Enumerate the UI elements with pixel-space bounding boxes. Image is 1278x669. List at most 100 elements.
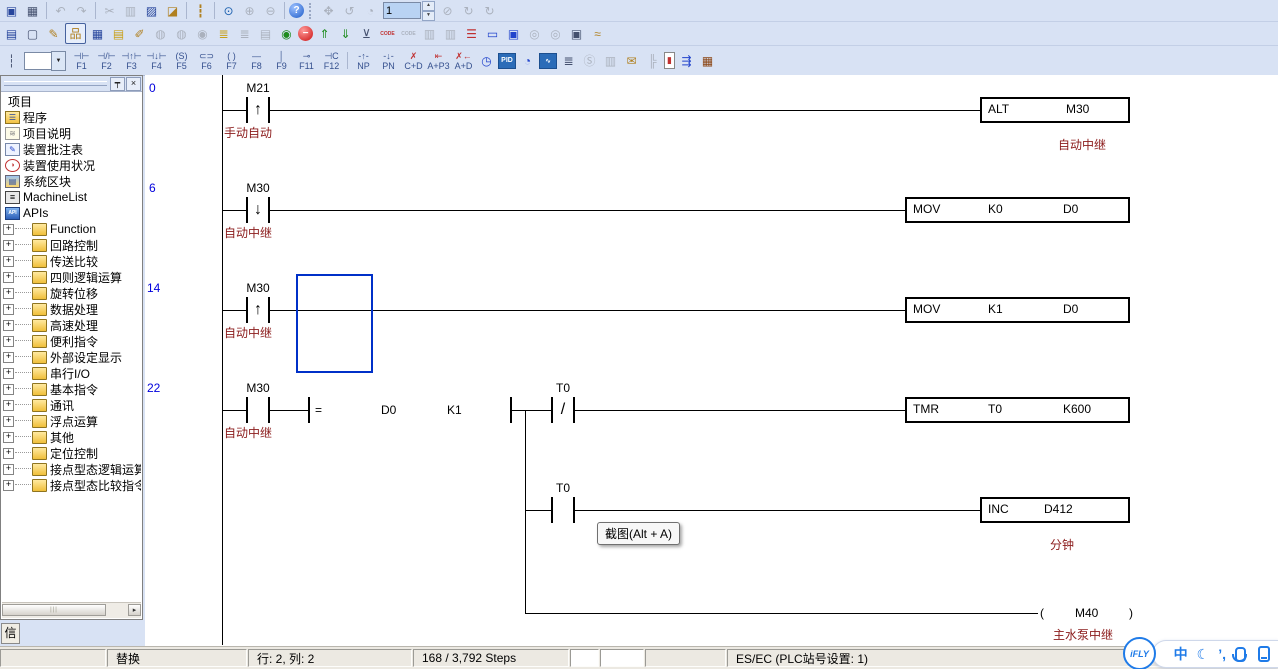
expand-icon[interactable]: + [3, 432, 14, 443]
contact-T0-nc[interactable]: / [551, 397, 575, 423]
online-button[interactable]: ⊻ [357, 25, 376, 42]
coil-out-button[interactable]: ( )F7 [219, 48, 244, 74]
save-button[interactable]: ▣ [2, 2, 21, 19]
ladder-editor[interactable]: 0M21↑手动自动ALTM30自动中继6M30↓自动中继MOVK0D014M30… [145, 75, 1278, 646]
instruction-ALT-M30[interactable]: ALTM30 [980, 97, 1130, 123]
pid-button[interactable]: PID [498, 53, 516, 69]
tree-item-high-speed[interactable]: +高速处理 [2, 317, 141, 333]
device-table-button[interactable]: ▤ [109, 25, 128, 42]
pin-icon[interactable]: ┯ [110, 77, 125, 91]
expand-icon[interactable]: + [3, 416, 14, 427]
tree-item-basic-instructions[interactable]: +基本指令 [2, 381, 141, 397]
contact-M21-rising[interactable]: ↑ [246, 97, 270, 123]
page-spinner-input[interactable] [383, 2, 421, 19]
expand-icon[interactable]: + [3, 320, 14, 331]
step-run-button[interactable]: ⇶ [677, 52, 696, 69]
tree-item-position-control[interactable]: +定位控制 [2, 445, 141, 461]
memory-button[interactable]: ▦ [698, 52, 717, 69]
tree-item-contact-compare[interactable]: +接点型态比较指令 [2, 477, 141, 493]
tree-item-rotate-shift[interactable]: +旋转位移 [2, 285, 141, 301]
com-port-button[interactable]: ≈ [588, 25, 607, 42]
edge-cut-button[interactable]: ┆ [2, 52, 21, 69]
tree-item-device-usage[interactable]: ◑装置使用状况 [2, 157, 141, 173]
moon-icon[interactable]: ☾ [1197, 647, 1210, 661]
punctuation-icon[interactable]: ’, [1218, 647, 1226, 661]
keyboard-icon[interactable] [1258, 646, 1270, 662]
tree-hscrollbar[interactable]: ||| ▸ [2, 602, 141, 618]
expand-icon[interactable]: + [3, 464, 14, 475]
lan-button[interactable]: ▣ [567, 25, 586, 42]
trace-button[interactable]: ┇ [191, 2, 210, 19]
upload-button[interactable]: ⇑ [315, 25, 334, 42]
vline-button[interactable]: │F9 [269, 48, 294, 74]
spin-up-icon[interactable]: ▲ [422, 1, 435, 11]
ad-button[interactable]: ✗←A+D [451, 48, 476, 74]
alarm-button[interactable]: ◔ [518, 52, 537, 69]
wave-button[interactable]: ∿ [539, 53, 557, 69]
delete-button[interactable]: ◪ [163, 2, 182, 19]
marker-button[interactable]: ✐ [130, 25, 149, 42]
coil-button[interactable]: ⊂⊃F6 [194, 48, 219, 74]
pn-button[interactable]: -↓-PN [376, 48, 401, 74]
instruction-combo[interactable]: ▼ [24, 51, 66, 71]
thermometer-button[interactable]: ▮ [664, 52, 675, 69]
tree-item-contact-logic[interactable]: +接点型态逻辑运算 [2, 461, 141, 477]
expand-icon[interactable]: + [3, 288, 14, 299]
instruction-INC-D412[interactable]: INCD412 [980, 497, 1130, 523]
panel-grip[interactable] [4, 81, 107, 86]
expand-icon[interactable]: + [3, 336, 14, 347]
chevron-down-icon[interactable]: ▼ [51, 51, 66, 71]
scrollbar-thumb[interactable]: ||| [2, 604, 106, 616]
expand-icon[interactable]: + [3, 400, 14, 411]
contact-no-button[interactable]: ⊣⊢F1 [69, 48, 94, 74]
tree-item-others[interactable]: +其他 [2, 429, 141, 445]
expand-icon[interactable]: + [3, 480, 14, 491]
cd-button[interactable]: ✗C+D [401, 48, 426, 74]
tree-item-external-setting-display[interactable]: +外部设定显示 [2, 349, 141, 365]
instruction-button[interactable]: ⊸F11 [294, 48, 319, 74]
contact-M30-falling[interactable]: ↓ [246, 197, 270, 223]
tree-item-program[interactable]: ☰程序 [2, 109, 141, 125]
inv-contact-button[interactable]: ⊣CF12 [319, 48, 344, 74]
expand-icon[interactable]: + [3, 368, 14, 379]
monitor-view-button[interactable]: ▢ [23, 25, 42, 42]
contact-nc-button[interactable]: ⊣/⊢F2 [94, 48, 119, 74]
expand-icon[interactable]: + [3, 304, 14, 315]
instruction-tree-button[interactable]: 品 [65, 23, 86, 44]
tree-item-data-processing[interactable]: +数据处理 [2, 301, 141, 317]
instruction-TMR-T0-K600[interactable]: TMRT0K600 [905, 397, 1130, 423]
ifly-logo[interactable]: iFLY [1123, 637, 1156, 669]
coil-set-button[interactable]: (S)F5 [169, 48, 194, 74]
instruction-MOV-K0-D0[interactable]: MOVK0D0 [905, 197, 1130, 223]
edit-mode-button[interactable]: ✎ [44, 25, 63, 42]
microphone-icon[interactable] [1235, 647, 1246, 662]
contact-M30[interactable] [246, 397, 270, 423]
layers-button[interactable]: ≣ [559, 52, 578, 69]
tree-item-system-block[interactable]: ▤系统区块 [2, 173, 141, 189]
tree-root-project[interactable]: 项目 [2, 93, 141, 109]
row-edit-button[interactable]: ☰ [462, 25, 481, 42]
hline-button[interactable]: —F8 [244, 48, 269, 74]
ladder-tree-button[interactable]: ≣ [214, 25, 233, 42]
ladder-view-button[interactable]: ▤ [2, 25, 21, 42]
net-monitor-button[interactable]: ▣ [504, 25, 523, 42]
expand-icon[interactable]: + [3, 224, 14, 235]
spin-down-icon[interactable]: ▼ [422, 11, 435, 21]
zoom-button[interactable]: ⊙ [219, 2, 238, 19]
tree-item-apis[interactable]: APIAPIs [2, 205, 141, 221]
tree-item-arithmetic-logic[interactable]: +四则逻辑运算 [2, 269, 141, 285]
paste-button[interactable]: ▨ [142, 2, 161, 19]
contact-M30-rising2[interactable]: ↑ [246, 297, 270, 323]
stopwatch-button[interactable]: ◷ [477, 52, 496, 69]
aps-button[interactable]: ⇤A+P3 [426, 48, 451, 74]
tree-item-serial-io[interactable]: +串行I/O [2, 365, 141, 381]
ime-language-icon[interactable]: 中 [1174, 647, 1188, 661]
tree-item-communication[interactable]: +通讯 [2, 397, 141, 413]
instruction-MOV-K1-D0[interactable]: MOVK1D0 [905, 297, 1130, 323]
expand-icon[interactable]: + [3, 448, 14, 459]
mail-button[interactable]: ✉ [622, 52, 641, 69]
download-button[interactable]: ⇓ [336, 25, 355, 42]
code-convert-button[interactable]: CODE [378, 25, 397, 42]
tree-item-function[interactable]: +Function [2, 221, 141, 237]
select-frame-button[interactable]: ▭ [483, 25, 502, 42]
